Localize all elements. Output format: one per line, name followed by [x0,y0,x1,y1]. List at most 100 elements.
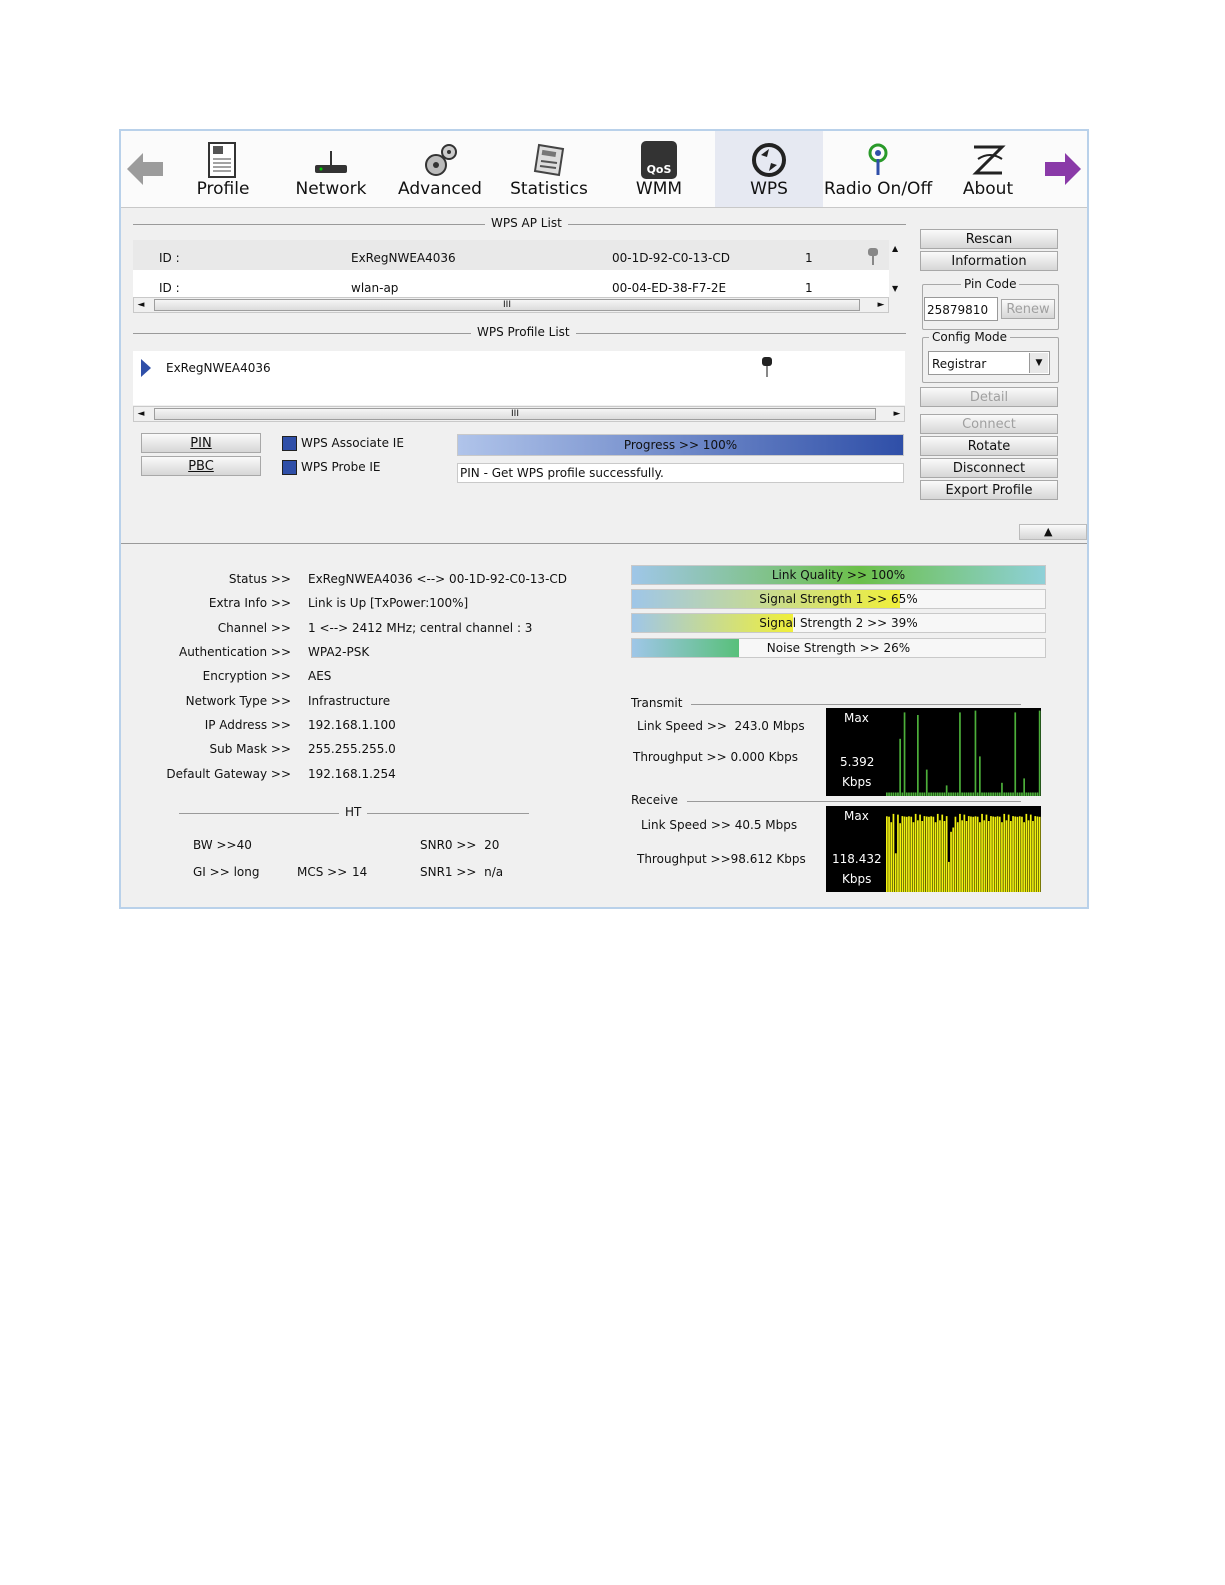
toolbar-wps[interactable]: WPS [715,131,823,207]
graph-bar [992,816,994,892]
scroll-right-icon[interactable]: ► [874,298,888,312]
chevron-down-icon[interactable]: ▼ [1029,353,1048,373]
scroll-left-icon[interactable]: ◄ [134,298,148,312]
about-logo-icon [970,141,1006,179]
pbc-button[interactable]: PBC [141,456,261,476]
receive-graph-unit: Kbps [842,872,872,886]
extra-info-value: Link is Up [TxPower:100%] [308,596,469,610]
graph-bar [974,816,977,892]
toolbar-about[interactable]: About [934,131,1042,207]
pin-button[interactable]: PIN [141,433,261,453]
graph-bar [1038,710,1041,796]
graph-bar [1038,816,1041,892]
wps-ap-list[interactable]: ID : ExRegNWEA4036 00-1D-92-C0-13-CD 1 I… [133,240,889,300]
scroll-up-icon[interactable]: ▲ [892,244,898,253]
ap-row-id: ID : [159,251,180,265]
ap-row-bssid: 00-1D-92-C0-13-CD [612,251,730,265]
gears-icon [422,141,458,179]
graph-bar [948,861,950,892]
calculator-icon [531,141,567,179]
transmit-graph-value: 5.392 [840,755,875,769]
scroll-down-icon[interactable]: ▼ [892,284,898,293]
ap-row-ssid: ExRegNWEA4036 [351,251,456,265]
ht-gi: GI >> long [193,865,260,879]
graph-bar [970,816,972,892]
lock-icon [761,355,773,379]
toolbar-wps-label: WPS [750,179,788,199]
graph-bar [956,822,959,892]
noise-strength-text: Noise Strength >> 26% [766,641,911,655]
ip-address-value: 192.168.1.100 [308,718,396,732]
profile-row-name[interactable]: ExRegNWEA4036 [166,361,271,375]
probe-ie-checkbox[interactable] [282,460,297,475]
link-quality-text: Link Quality >> 100% [771,568,906,582]
pin-code-field[interactable]: 25879810 [924,297,998,321]
toolbar-profile[interactable]: Profile [169,131,277,207]
wps-profile-list[interactable]: ExRegNWEA4036 [133,351,905,405]
graph-bar [892,813,895,892]
profile-list-hscroll[interactable]: ◄ III ► [133,406,905,422]
ap-row[interactable] [133,240,889,270]
detail-button[interactable]: Detail [920,387,1058,407]
graph-bar [943,821,946,892]
graph-bar [917,715,919,796]
graph-bar [888,816,890,892]
toolbar-radio[interactable]: Radio On/Off [824,131,932,207]
graph-bar [1036,816,1039,892]
lock-icon [867,246,879,266]
antenna-icon [860,141,896,179]
graph-bar [996,816,999,892]
renew-button[interactable]: Renew [1001,299,1055,319]
receive-graph-max: Max [844,809,869,823]
graph-bar [974,710,977,796]
toolbar-statistics[interactable]: Statistics [495,131,603,207]
scroll-right-icon[interactable]: ► [890,407,904,421]
export-profile-button[interactable]: Export Profile [920,480,1058,500]
forward-arrow-icon[interactable] [1043,149,1083,189]
graph-bar [994,816,997,892]
associate-ie-label: WPS Associate IE [301,436,404,450]
rotate-button[interactable]: Rotate [920,436,1058,456]
qos-icon: QoS [641,141,677,179]
graph-bar [890,822,893,892]
graph-bar [1034,816,1037,892]
graph-bar [928,816,930,892]
toolbar-network[interactable]: Network [277,131,385,207]
information-button[interactable]: Information [920,251,1058,271]
ht-mcs-label: MCS >> [297,865,348,879]
ip-address-label: IP Address >> [204,718,291,732]
graph-bar [963,814,966,892]
wps-progress-text: Progress >> 100% [623,438,738,452]
graph-bar [1021,816,1023,892]
wps-message-box: PIN - Get WPS profile successfully. [457,463,904,483]
ap-list-hscroll-thumb[interactable]: III [154,299,860,311]
graph-bar [899,738,901,796]
connect-button[interactable]: Connect [920,414,1058,434]
associate-ie-checkbox[interactable] [282,436,297,451]
graph-bar [1003,813,1006,892]
back-arrow-icon[interactable] [125,149,165,189]
toolbar: Profile Network Advanced Statistics QoS … [121,131,1087,208]
disconnect-button[interactable]: Disconnect [920,458,1058,478]
graph-bar [917,820,919,892]
toolbar-wmm[interactable]: QoS WMM [605,131,713,207]
network-type-label: Network Type >> [185,694,291,708]
collapse-button[interactable]: ▲ [1019,524,1087,540]
graph-bar [961,820,963,892]
config-mode-select[interactable]: Registrar ▼ [928,351,1050,375]
ap-list-vscroll[interactable]: ▲ ▼ [889,240,905,300]
scroll-left-icon[interactable]: ◄ [134,407,148,421]
toolbar-profile-label: Profile [196,179,250,199]
ht-bw: BW >>40 [193,838,252,852]
rescan-button[interactable]: Rescan [920,229,1058,249]
graph-bar [981,813,983,892]
transmit-graph: Max 5.392 Kbps [826,708,1041,796]
transmit-graph-max: Max [844,711,869,725]
default-gateway-label: Default Gateway >> [166,767,291,781]
graph-bar [1007,814,1010,892]
graph-bar [912,822,915,892]
toolbar-advanced[interactable]: Advanced [386,131,494,207]
profile-list-hscroll-thumb[interactable]: III [154,408,876,420]
wps-profile-list-header: WPS Profile List [133,325,906,341]
ap-list-hscroll[interactable]: ◄ III ► [133,297,889,313]
